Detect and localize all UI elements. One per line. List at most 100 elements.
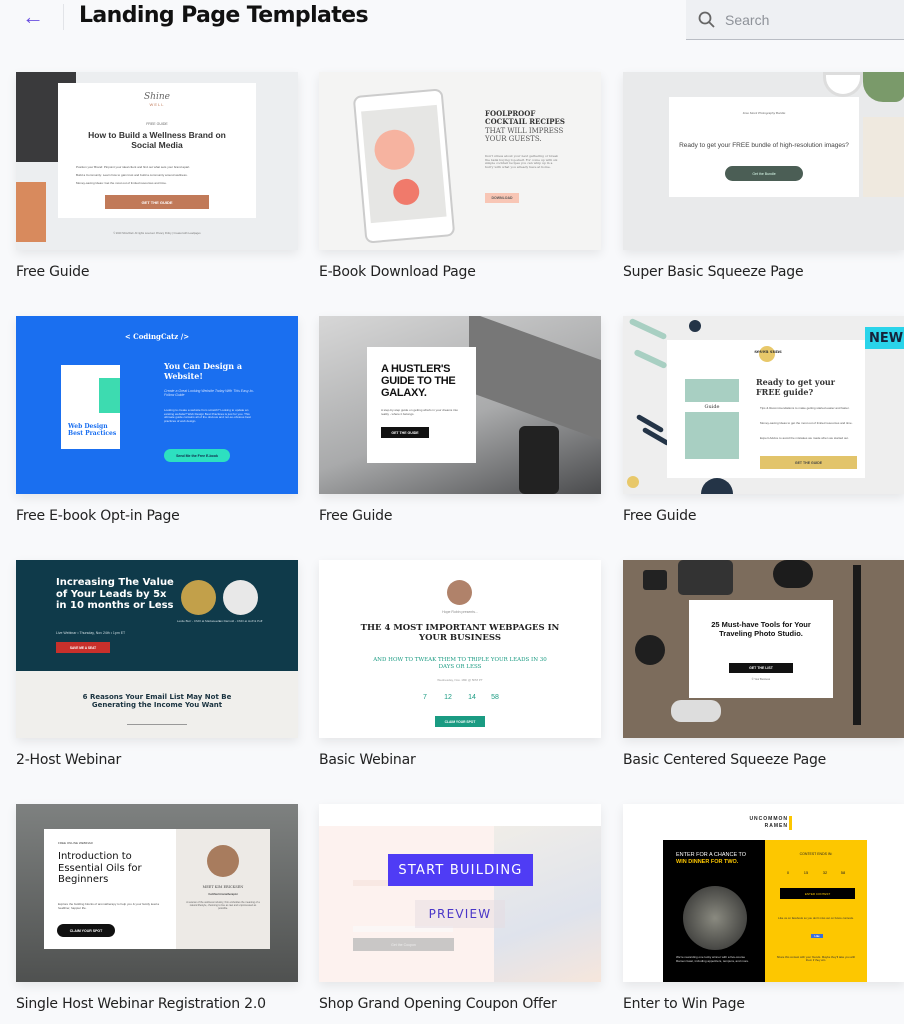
thumb-date: Wednesday, Nov. 18th @ 5PM PT [437,678,483,682]
template-card-basic-webinar[interactable]: Hope Robin presents... THE 4 MOST IMPORT… [319,560,601,768]
template-name: Basic Centered Squeeze Page [623,752,827,768]
thumb-button: CLAIM YOUR SPOT [435,716,485,727]
thumb-button: GET THE GUIDE [381,427,429,438]
template-card-ebook-download[interactable]: FOOLPROOF COCKTAIL RECIPES THAT WILL IMP… [319,72,601,280]
template-thumbnail[interactable]: < CodingCatz /> Web Design Best Practice… [16,316,298,494]
plant-image [863,72,904,102]
countdown-days: 7 [423,694,427,701]
thumb-body: Looking to create a website from scratch… [164,408,251,423]
share-text: Share this contest with your friends. Ma… [776,955,856,963]
thumb-button: Send Me the Free E-book [164,449,230,462]
thumb-title: How to Build a Wellness Brand on Social … [88,130,226,151]
template-card-shop-grand-opening[interactable]: Get the Coupon START BUILDING PREVIEW Sh… [319,804,601,1012]
bullet: Tips & Recommendations to make getting s… [760,406,850,410]
countdown-days: 0 [786,870,790,875]
search-box[interactable] [686,0,904,40]
template-name: Free Guide [319,508,393,524]
template-card-single-host-webinar[interactable]: FREE ONLINE WEBINAR Introduction to Esse… [16,804,298,1012]
thumb-body: Don't stress about your next gathering o… [485,154,558,169]
bullet: Money-saving Ideas to get the most out o… [760,421,853,425]
bullet: Expert Advice to avoid the mistakes we m… [760,436,849,440]
thumb-title: Ready to get your FREE bundle of high-re… [679,142,849,149]
template-name: Basic Webinar [319,752,416,768]
template-card-free-guide-hustler[interactable]: A HUSTLER'S GUIDE TO THE GALAXY. A step-… [319,316,601,524]
template-name: Free Guide [623,508,697,524]
ebook-cover: Web Design Best Practices [61,365,120,449]
logo-sub: WELL [149,102,165,107]
thumb-title: Introduction to Essential Oils for Begin… [58,851,142,885]
host-avatar [181,580,216,615]
template-thumbnail[interactable]: Shine WELL FREE GUIDE How to Build a Wel… [16,72,298,250]
template-thumbnail[interactable]: seven suns Guide Ready to get your FREE … [623,316,904,494]
page-title: Landing Page Templates [79,3,369,28]
thumb-button: DOWNLOAD [485,193,519,203]
template-thumbnail[interactable]: FOOLPROOF COCKTAIL RECIPES THAT WILL IMP… [319,72,601,250]
eyebrow: FREE ONLINE WEBINAR [58,841,93,845]
preview-button[interactable]: PREVIEW [415,900,505,928]
template-card-free-guide[interactable]: Shine WELL FREE GUIDE How to Build a Wel… [16,72,298,280]
thumb-body: Explore the building blocks of aromather… [58,902,160,910]
search-input[interactable] [725,11,875,28]
template-card-enter-to-win[interactable]: UNCOMMON RAMEN ENTER FOR A CHANCE TO WIN… [623,804,904,1012]
thumb-title: THE 4 MOST IMPORTANT WEBPAGES IN YOUR BU… [360,623,560,644]
template-card-ebook-optin[interactable]: < CodingCatz /> Web Design Best Practice… [16,316,298,524]
host-name: Leslie Burr - CMO at Marketeers [176,619,221,623]
template-card-free-guide-seven-suns[interactable]: seven suns Guide Ready to get your FREE … [623,316,904,524]
thumb-subtitle: Create a Great Looking Website Today Wit… [164,389,254,398]
ebook-title: Web Design Best Practices [68,423,117,438]
start-building-button[interactable]: START BUILDING [388,854,533,886]
countdown-seconds: 58 [491,694,499,701]
thumb-title: 25 Must-have Tools for Your Traveling Ph… [711,620,811,638]
template-name: 2-Host Webinar [16,752,122,768]
logo-sub: RAMEN [764,823,788,829]
logo: seven suns [754,350,782,355]
search-icon [698,11,715,28]
laptop-image [469,316,601,441]
thumb-button: SAVE ME A SEAT [56,642,110,653]
host-avatar [207,845,239,877]
bullet: Money-saving Ideas: Get the most out of … [76,181,167,185]
template-thumbnail[interactable]: Get the Coupon START BUILDING PREVIEW [319,804,601,982]
template-thumbnail[interactable]: Increasing The Value of Your Leads by 5x… [16,560,298,738]
facebook-like-button: Like [811,934,823,938]
thumb-body: A step-by-step guide on getting what's i… [381,408,458,416]
host-bio: A veteran of the wellness industry, Kim … [186,901,260,910]
template-thumbnail[interactable]: Free Stock Photography Bundle Ready to g… [623,72,904,250]
back-button[interactable]: ← [22,5,44,29]
host-name: Ian Darnold - CMO at Huff & Puff [218,619,263,623]
thumb-title: Increasing The Value of Your Leads by 5x… [56,577,174,611]
new-badge: NEW [865,327,904,349]
template-name: Enter to Win Page [623,996,745,1012]
thumb-button: GET THE GUIDE [105,195,209,209]
thumb-subtitle: 6 Reasons Your Email List May Not Be Gen… [82,693,232,710]
template-thumbnail[interactable]: A HUSTLER'S GUIDE TO THE GALAXY. A step-… [319,316,601,494]
tablet-image [352,88,456,244]
template-thumbnail[interactable]: Hope Robin presents... THE 4 MOST IMPORT… [319,560,601,738]
host-role: Certified Aromatherapist [208,893,238,896]
thumb-title: Ready to get your FREE guide? [756,377,835,397]
template-card-basic-centered-squeeze[interactable]: 25 Must-have Tools for Your Traveling Ph… [623,560,904,768]
template-thumbnail[interactable]: 25 Must-have Tools for Your Traveling Ph… [623,560,904,738]
countdown-hours: 12 [444,694,452,701]
logo: < CodingCatz /> [124,332,190,341]
template-name: Free E-book Opt-in Page [16,508,180,524]
eyebrow: Free Stock Photography Bundle [742,111,786,115]
logo: UNCOMMON [749,816,788,822]
template-card-super-basic-squeeze[interactable]: Free Stock Photography Bundle Ready to g… [623,72,904,280]
template-card-2-host-webinar[interactable]: Increasing The Value of Your Leads by 5x… [16,560,298,768]
template-name: Free Guide [16,264,90,280]
template-name: Super Basic Squeeze Page [623,264,804,280]
template-name: Single Host Webinar Registration 2.0 [16,996,266,1012]
guide-cover [685,379,739,459]
template-thumbnail[interactable]: FREE ONLINE WEBINAR Introduction to Esse… [16,804,298,982]
thumb-title: FOOLPROOF COCKTAIL RECIPES [485,109,565,127]
thumb-button: ENTER CONTEST [780,888,855,899]
bullet: Build a Community: Learn how to gain tru… [76,173,188,177]
thumb-button: CLAIM YOUR SPOT [57,924,115,937]
thumb-footer: © Your Business [751,678,771,681]
facebook-text: Like us on facebook so you don't miss ou… [778,916,854,920]
thumb-footer: © 2020 ShineWell. All rights reserved. P… [113,232,201,235]
countdown-minutes: 14 [468,694,476,701]
template-thumbnail[interactable]: UNCOMMON RAMEN ENTER FOR A CHANCE TO WIN… [623,804,904,982]
thumb-title: A HUSTLER'S GUIDE TO THE GALAXY. [381,363,456,400]
